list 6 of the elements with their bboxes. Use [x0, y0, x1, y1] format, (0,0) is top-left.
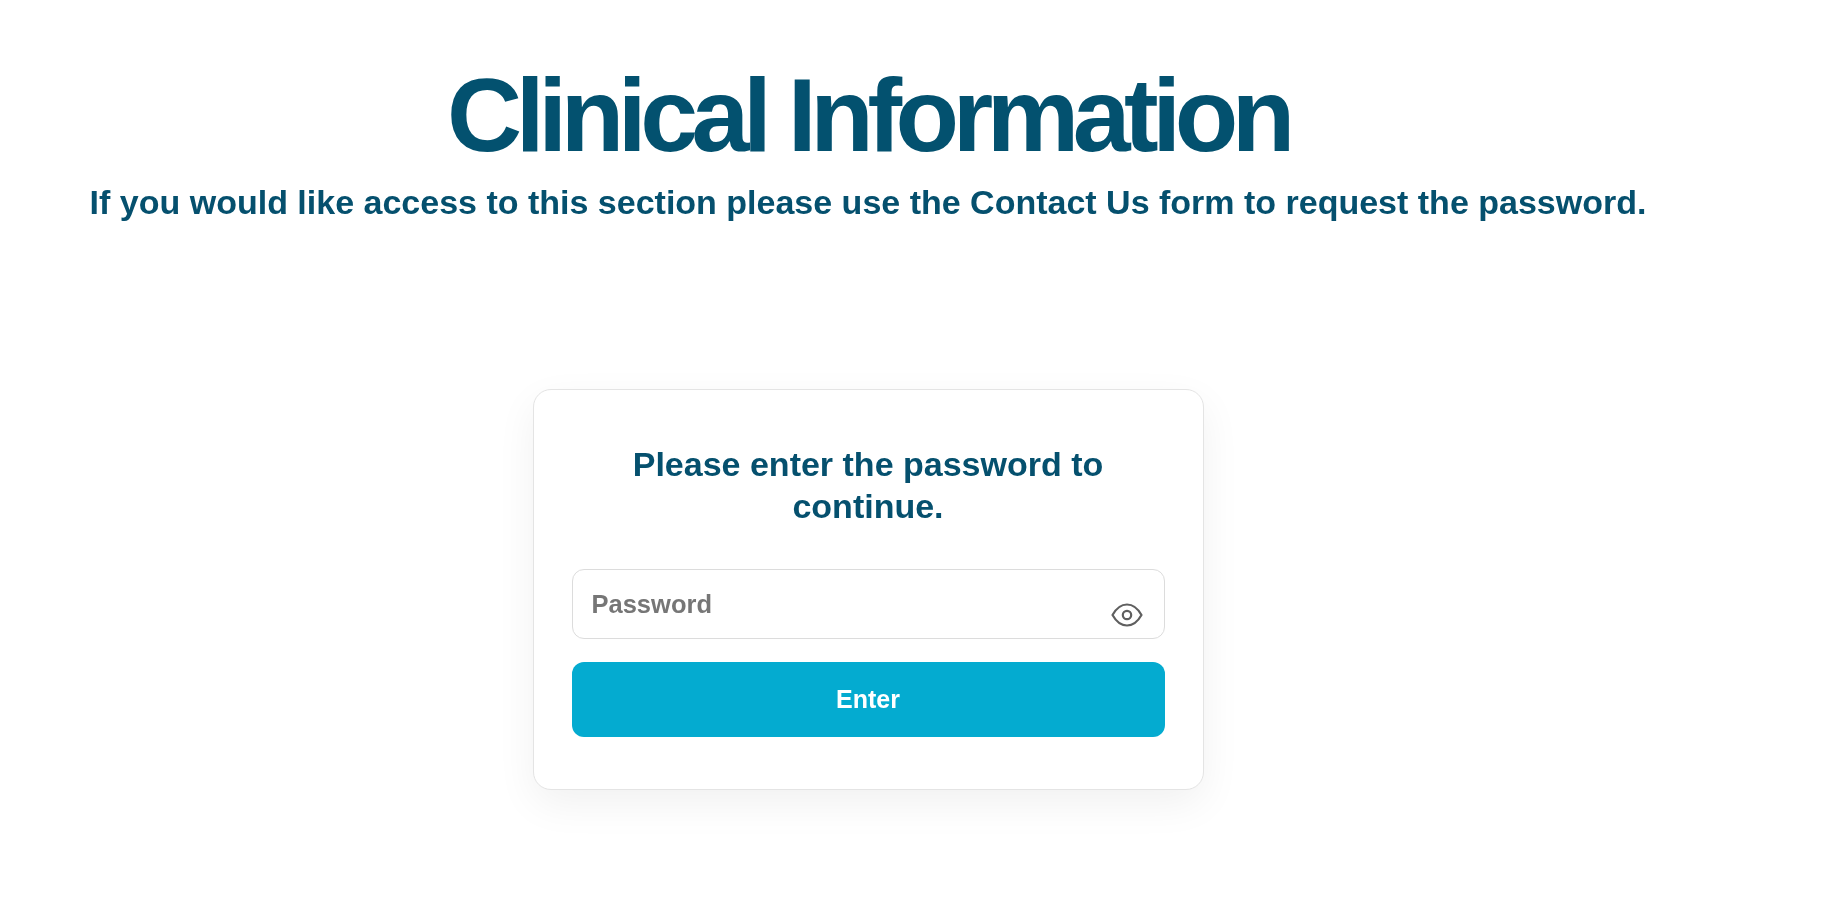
eye-icon[interactable] [1110, 603, 1143, 627]
enter-button[interactable]: Enter [571, 662, 1165, 737]
page-subtitle: If you would like access to this section please use the Contact Us form to request the password. [89, 182, 1647, 222]
page-title: Clinical Information [447, 63, 1289, 167]
password-field[interactable]: Password [571, 569, 1165, 639]
card-heading: Please enter the password to continue. [631, 444, 1105, 527]
